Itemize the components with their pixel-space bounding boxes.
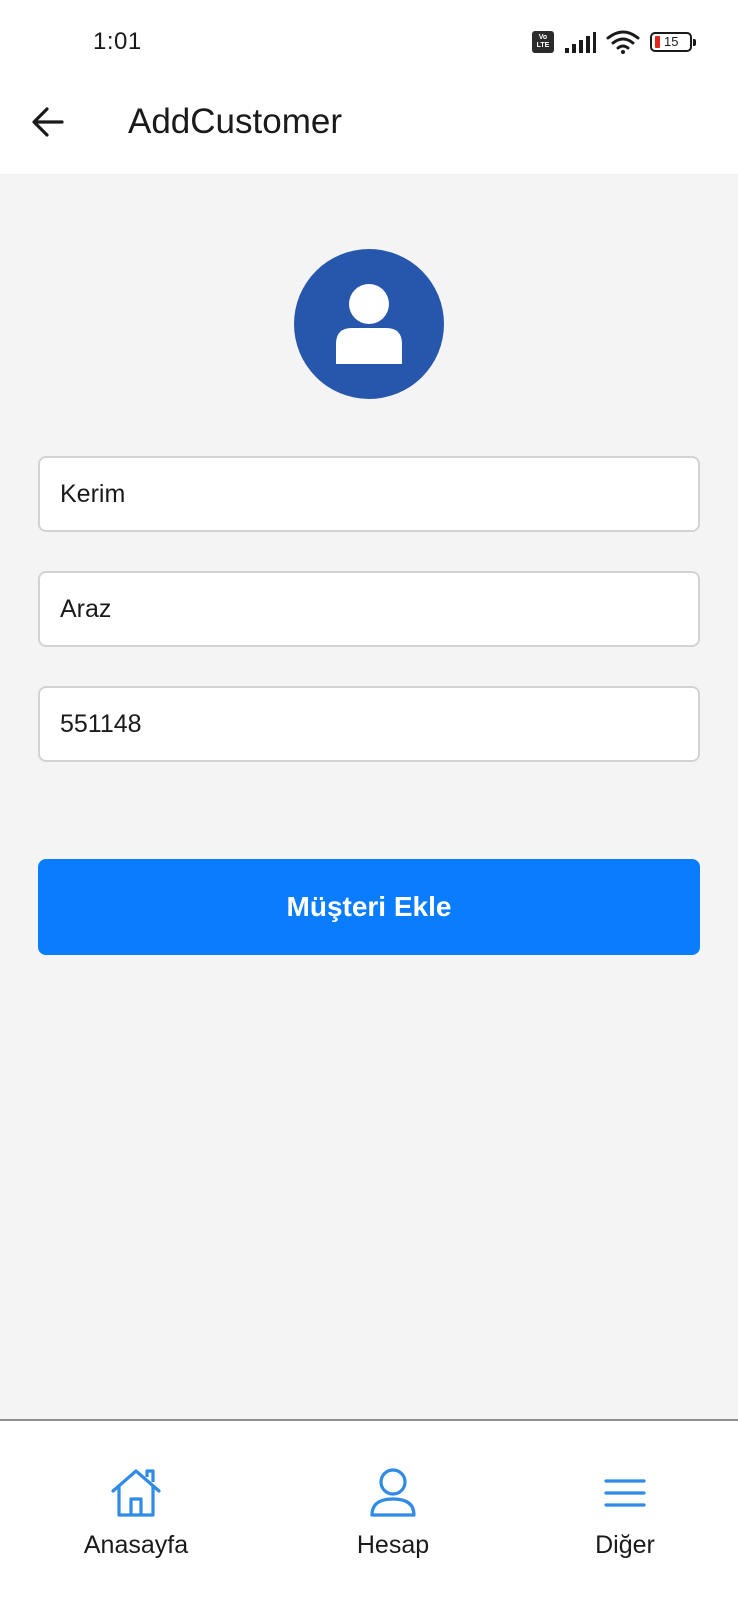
signal-icon [565,32,596,53]
user-outline-icon [365,1465,421,1521]
nav-label-account: Hesap [356,1531,430,1559]
nav-label-more: Diğer [595,1531,655,1559]
wifi-icon [606,30,640,54]
user-icon [336,284,402,364]
avatar [294,249,444,399]
battery-level: 15 [664,34,679,49]
back-button[interactable] [26,100,70,144]
battery-cap [693,39,696,46]
menu-icon [597,1465,653,1521]
status-bar: 1:01 Vo LTE 15 [0,0,738,84]
nav-label-home: Anasayfa [83,1531,189,1559]
add-customer-button[interactable]: Müşteri Ekle [38,859,700,955]
page-title: AddCustomer [128,102,342,141]
add-customer-screen: 1:01 Vo LTE 15 AddCustomer Kerim Araz 55… [0,0,738,1600]
bottom-nav: Anasayfa Hesap Diğer [0,1419,738,1600]
arrow-left-icon [32,107,64,137]
battery-fill [655,36,660,48]
form-content: Müşteri Ekle [0,174,738,1419]
battery-icon: 15 [650,32,696,52]
app-header: AddCustomer [0,84,738,174]
nav-item-account[interactable]: Hesap [313,1465,473,1560]
status-icons: Vo LTE 15 [532,30,696,54]
home-icon [108,1465,164,1521]
volte-icon: Vo LTE [532,31,554,53]
last-name-input[interactable] [38,571,700,647]
phone-input[interactable] [38,686,700,762]
nav-item-home[interactable]: Anasayfa [56,1465,216,1560]
nav-item-more[interactable]: Diğer [545,1465,705,1560]
status-time: 1:01 [93,28,142,55]
first-name-input[interactable] [38,456,700,532]
